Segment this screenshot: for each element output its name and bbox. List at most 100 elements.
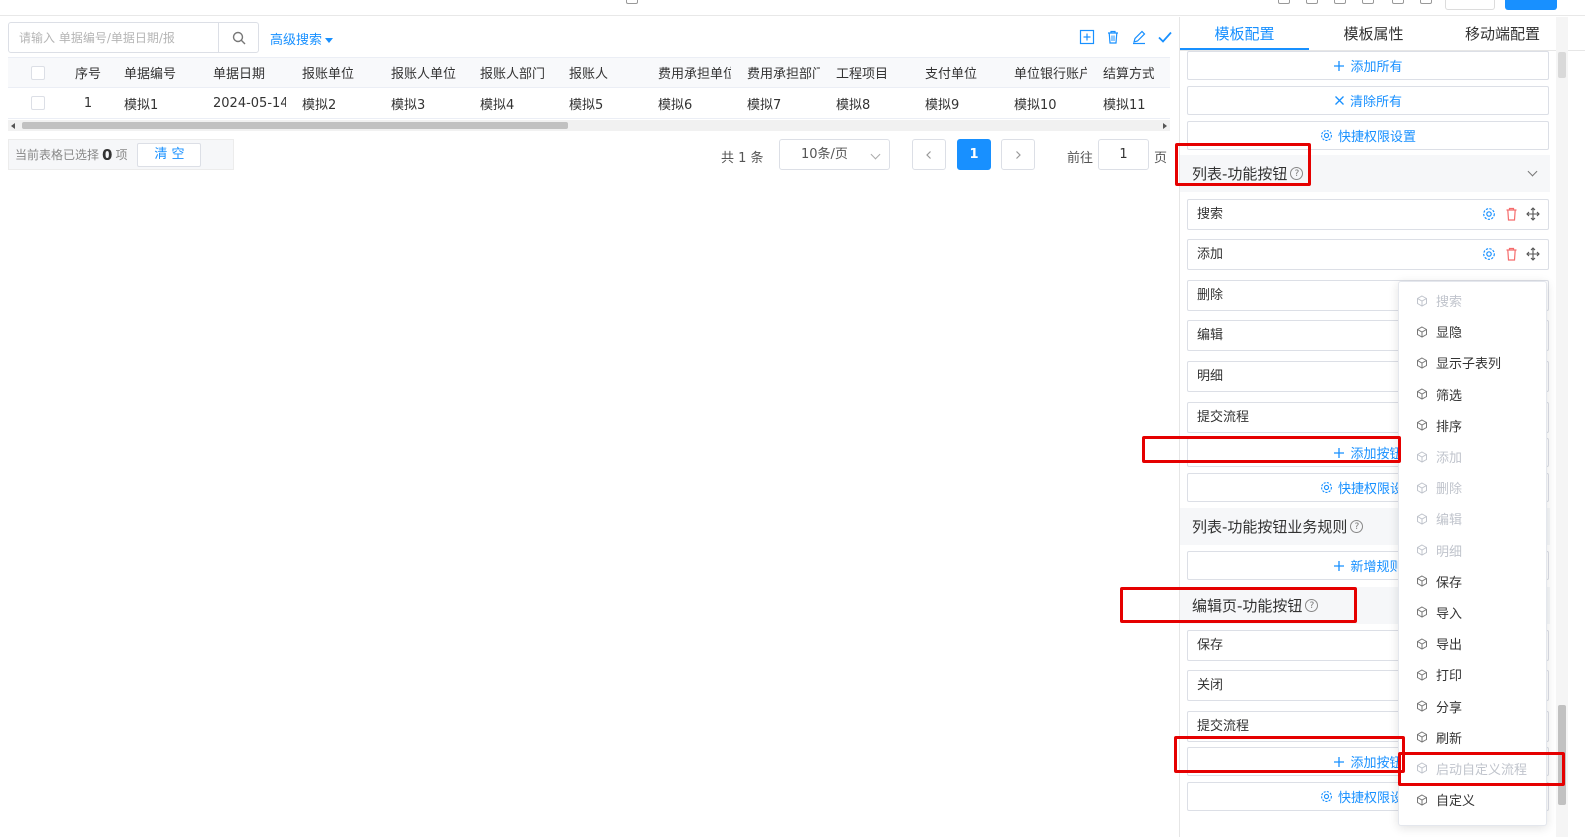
column-header: 单据编号 <box>124 67 177 82</box>
prev-page-button[interactable] <box>912 139 946 170</box>
cube-icon <box>1417 700 1427 712</box>
selection-prefix: 当前表格已选择 <box>15 148 100 162</box>
check-icon[interactable] <box>1156 28 1174 46</box>
item-label: 提交流程 <box>1197 410 1250 425</box>
scroll-right-icon[interactable] <box>1163 123 1167 129</box>
scroll-thumb[interactable] <box>1558 52 1566 78</box>
gear-icon[interactable] <box>1482 247 1496 261</box>
add-all-label: 添加所有 <box>1350 60 1403 75</box>
edit-icon[interactable] <box>1130 28 1148 46</box>
data-table: 序号 单据编号 单据日期 报账单位 报账人单位 报账人部门 报账人 费用承担单位… <box>8 57 1170 119</box>
tab-mobile-config[interactable]: 移动端配置 <box>1438 17 1567 50</box>
add-rule-label: 新增规则 <box>1350 560 1403 575</box>
dropdown-item[interactable]: 导入 <box>1399 597 1546 628</box>
scroll-thumb[interactable] <box>22 122 568 129</box>
item-label: 关闭 <box>1197 678 1224 693</box>
dropdown-item-label: 显隐 <box>1436 326 1463 342</box>
dropdown-item[interactable]: 自定义 <box>1399 784 1546 815</box>
cube-icon <box>1417 606 1427 619</box>
advanced-search-link[interactable]: 高级搜索 <box>270 29 334 48</box>
column-header: 费用承担部门 <box>747 67 820 82</box>
dropdown-item: 添加 <box>1399 441 1546 472</box>
search-icon[interactable] <box>218 23 258 52</box>
select-all-checkbox[interactable] <box>8 65 68 80</box>
toolbar-icon[interactable] <box>1362 0 1374 4</box>
item-label: 删除 <box>1197 288 1224 303</box>
page-size-value: 10条/页 <box>801 147 848 162</box>
toolbar-primary-button[interactable] <box>1505 0 1557 10</box>
dropdown-item: 搜索 <box>1399 285 1546 316</box>
dropdown-item: 删除 <box>1399 472 1546 503</box>
page-size-select[interactable]: 10条/页 <box>779 139 890 170</box>
help-icon[interactable]: ? <box>1350 520 1364 533</box>
dropdown-item[interactable]: 刷新 <box>1399 722 1546 753</box>
scroll-left-icon[interactable] <box>11 123 15 129</box>
next-page-button[interactable] <box>1001 139 1035 170</box>
caret-down-icon <box>325 38 334 43</box>
panel-vertical-scrollbar[interactable] <box>1556 17 1568 837</box>
dropdown-item[interactable]: 分享 <box>1399 690 1546 721</box>
delete-icon[interactable] <box>1504 247 1518 261</box>
page-number-button[interactable]: 1 <box>957 139 991 170</box>
dropdown-item-label: 导入 <box>1436 606 1463 622</box>
dropdown-item[interactable]: 打印 <box>1399 659 1546 690</box>
toolbar-icon[interactable] <box>626 0 638 4</box>
cube-icon <box>1417 731 1427 743</box>
delete-icon[interactable] <box>1104 28 1122 46</box>
move-icon[interactable] <box>1526 207 1540 221</box>
table-horizontal-scrollbar[interactable] <box>8 120 1170 131</box>
list-button-item[interactable]: 添加 <box>1187 239 1549 270</box>
toolbar-icon[interactable] <box>1334 0 1346 4</box>
selection-count: 0 <box>102 145 113 164</box>
dropdown-item-label: 明细 <box>1436 544 1463 560</box>
gear-icon <box>1321 482 1332 493</box>
table-cell: 模拟4 <box>480 97 515 113</box>
item-label: 编辑 <box>1197 328 1224 343</box>
column-header: 结算方式 <box>1103 67 1154 82</box>
clear-all-button[interactable]: 清除所有 <box>1187 86 1549 115</box>
toolbar-select[interactable] <box>1445 0 1495 10</box>
cube-icon <box>1417 794 1427 806</box>
dropdown-item-label: 自定义 <box>1436 794 1476 810</box>
search-box <box>8 22 259 53</box>
chevron-down-icon <box>870 149 881 160</box>
add-row-icon[interactable] <box>1078 28 1096 46</box>
tab-template-config[interactable]: 模板配置 <box>1180 17 1309 50</box>
config-tabs: 模板配置 模板属性 移动端配置 <box>1180 17 1585 51</box>
table-cell: 模拟3 <box>391 97 426 113</box>
chevron-down-icon[interactable] <box>1527 166 1538 177</box>
dropdown-item-label: 删除 <box>1436 482 1463 498</box>
table-tools <box>1078 28 1174 46</box>
table-cell: 模拟6 <box>658 97 693 113</box>
toolbar-icon[interactable] <box>1306 0 1318 4</box>
section-title: 列表-功能按钮业务规则 <box>1192 518 1348 536</box>
search-input[interactable] <box>9 23 219 52</box>
dropdown-item[interactable]: 显示子表列 <box>1399 347 1546 378</box>
clear-selection-button[interactable]: 清 空 <box>137 142 202 167</box>
gear-icon[interactable] <box>1482 207 1496 221</box>
dropdown-item[interactable]: 保存 <box>1399 566 1546 597</box>
column-header: 序号 <box>74 67 101 82</box>
toolbar-icon[interactable] <box>1278 0 1290 4</box>
tab-template-properties[interactable]: 模板属性 <box>1309 17 1438 50</box>
top-toolbar-strip <box>0 0 1585 16</box>
item-label: 提交流程 <box>1197 719 1250 734</box>
dropdown-item[interactable]: 排序 <box>1399 410 1546 441</box>
item-label: 保存 <box>1197 638 1224 653</box>
gear-icon <box>1321 791 1332 802</box>
list-button-item[interactable]: 搜索 <box>1187 199 1549 230</box>
chevron-left-icon <box>926 150 931 159</box>
table-row[interactable]: 1 模拟1 2024-05-14 模拟2 模拟3 模拟4 模拟5 模拟6 模拟7… <box>8 88 1170 119</box>
delete-icon[interactable] <box>1504 207 1518 221</box>
goto-label: 前往 <box>1067 151 1094 166</box>
dropdown-item[interactable]: 显隐 <box>1399 316 1546 347</box>
goto-page-input[interactable]: 1 <box>1098 139 1149 170</box>
row-checkbox[interactable] <box>8 96 68 110</box>
dropdown-item[interactable]: 筛选 <box>1399 379 1546 410</box>
dropdown-item-label: 排序 <box>1436 419 1463 435</box>
toolbar-icon[interactable] <box>1392 0 1404 4</box>
add-all-button[interactable]: 添加所有 <box>1187 51 1549 80</box>
dropdown-item[interactable]: 导出 <box>1399 628 1546 659</box>
move-icon[interactable] <box>1526 247 1540 261</box>
toolbar-icon[interactable] <box>1420 0 1432 4</box>
